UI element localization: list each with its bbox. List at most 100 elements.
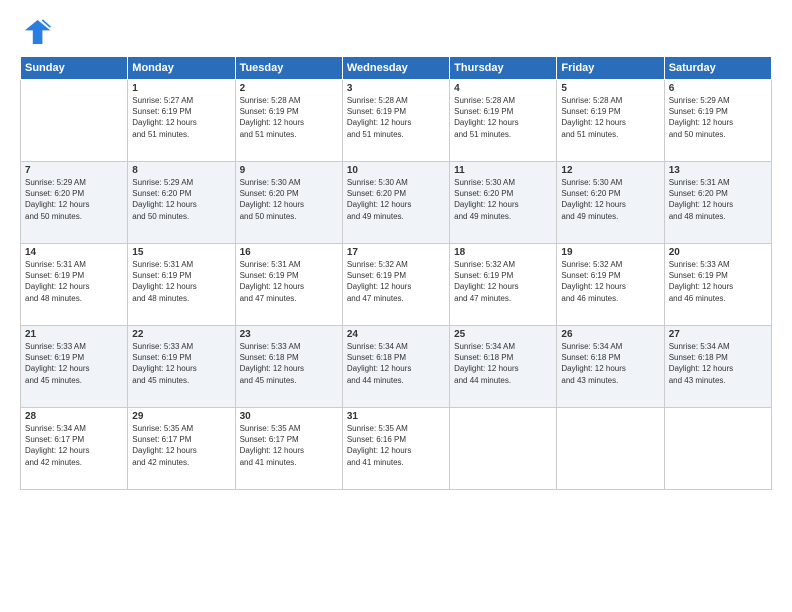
day-number: 31 xyxy=(347,411,445,422)
day-number: 18 xyxy=(454,247,552,258)
day-number: 8 xyxy=(132,165,230,176)
day-number: 26 xyxy=(561,329,659,340)
day-number: 1 xyxy=(132,83,230,94)
calendar-cell: 3Sunrise: 5:28 AM Sunset: 6:19 PM Daylig… xyxy=(342,80,449,162)
day-info: Sunrise: 5:28 AM Sunset: 6:19 PM Dayligh… xyxy=(347,95,445,140)
day-number: 14 xyxy=(25,247,123,258)
header-row: Sunday Monday Tuesday Wednesday Thursday… xyxy=(21,57,772,80)
day-info: Sunrise: 5:33 AM Sunset: 6:19 PM Dayligh… xyxy=(132,341,230,386)
calendar-cell xyxy=(450,408,557,490)
calendar-cell: 4Sunrise: 5:28 AM Sunset: 6:19 PM Daylig… xyxy=(450,80,557,162)
day-info: Sunrise: 5:30 AM Sunset: 6:20 PM Dayligh… xyxy=(347,177,445,222)
calendar-cell: 14Sunrise: 5:31 AM Sunset: 6:19 PM Dayli… xyxy=(21,244,128,326)
day-info: Sunrise: 5:31 AM Sunset: 6:19 PM Dayligh… xyxy=(132,259,230,304)
day-info: Sunrise: 5:27 AM Sunset: 6:19 PM Dayligh… xyxy=(132,95,230,140)
calendar-cell: 31Sunrise: 5:35 AM Sunset: 6:16 PM Dayli… xyxy=(342,408,449,490)
day-number: 23 xyxy=(240,329,338,340)
day-info: Sunrise: 5:35 AM Sunset: 6:16 PM Dayligh… xyxy=(347,423,445,468)
day-number: 20 xyxy=(669,247,767,258)
calendar-cell: 6Sunrise: 5:29 AM Sunset: 6:19 PM Daylig… xyxy=(664,80,771,162)
col-tuesday: Tuesday xyxy=(235,57,342,80)
day-info: Sunrise: 5:32 AM Sunset: 6:19 PM Dayligh… xyxy=(561,259,659,304)
calendar-cell: 11Sunrise: 5:30 AM Sunset: 6:20 PM Dayli… xyxy=(450,162,557,244)
calendar-cell: 13Sunrise: 5:31 AM Sunset: 6:20 PM Dayli… xyxy=(664,162,771,244)
day-number: 7 xyxy=(25,165,123,176)
calendar-cell: 10Sunrise: 5:30 AM Sunset: 6:20 PM Dayli… xyxy=(342,162,449,244)
calendar-cell: 7Sunrise: 5:29 AM Sunset: 6:20 PM Daylig… xyxy=(21,162,128,244)
calendar-cell: 15Sunrise: 5:31 AM Sunset: 6:19 PM Dayli… xyxy=(128,244,235,326)
logo xyxy=(20,16,56,48)
day-info: Sunrise: 5:30 AM Sunset: 6:20 PM Dayligh… xyxy=(561,177,659,222)
day-number: 17 xyxy=(347,247,445,258)
page: Sunday Monday Tuesday Wednesday Thursday… xyxy=(0,0,792,612)
calendar-cell xyxy=(664,408,771,490)
day-number: 19 xyxy=(561,247,659,258)
col-wednesday: Wednesday xyxy=(342,57,449,80)
calendar-cell: 19Sunrise: 5:32 AM Sunset: 6:19 PM Dayli… xyxy=(557,244,664,326)
day-info: Sunrise: 5:34 AM Sunset: 6:18 PM Dayligh… xyxy=(669,341,767,386)
col-thursday: Thursday xyxy=(450,57,557,80)
day-number: 25 xyxy=(454,329,552,340)
calendar-cell: 20Sunrise: 5:33 AM Sunset: 6:19 PM Dayli… xyxy=(664,244,771,326)
day-number: 4 xyxy=(454,83,552,94)
col-sunday: Sunday xyxy=(21,57,128,80)
calendar-cell: 23Sunrise: 5:33 AM Sunset: 6:18 PM Dayli… xyxy=(235,326,342,408)
calendar-cell: 16Sunrise: 5:31 AM Sunset: 6:19 PM Dayli… xyxy=(235,244,342,326)
calendar-cell: 26Sunrise: 5:34 AM Sunset: 6:18 PM Dayli… xyxy=(557,326,664,408)
day-info: Sunrise: 5:29 AM Sunset: 6:20 PM Dayligh… xyxy=(132,177,230,222)
day-number: 13 xyxy=(669,165,767,176)
day-number: 12 xyxy=(561,165,659,176)
calendar-cell xyxy=(557,408,664,490)
day-info: Sunrise: 5:28 AM Sunset: 6:19 PM Dayligh… xyxy=(240,95,338,140)
calendar-cell: 1Sunrise: 5:27 AM Sunset: 6:19 PM Daylig… xyxy=(128,80,235,162)
day-number: 21 xyxy=(25,329,123,340)
day-info: Sunrise: 5:35 AM Sunset: 6:17 PM Dayligh… xyxy=(240,423,338,468)
day-number: 27 xyxy=(669,329,767,340)
calendar: Sunday Monday Tuesday Wednesday Thursday… xyxy=(20,56,772,490)
day-number: 29 xyxy=(132,411,230,422)
day-number: 10 xyxy=(347,165,445,176)
calendar-cell: 12Sunrise: 5:30 AM Sunset: 6:20 PM Dayli… xyxy=(557,162,664,244)
calendar-cell: 22Sunrise: 5:33 AM Sunset: 6:19 PM Dayli… xyxy=(128,326,235,408)
day-info: Sunrise: 5:34 AM Sunset: 6:18 PM Dayligh… xyxy=(454,341,552,386)
week-row-2: 7Sunrise: 5:29 AM Sunset: 6:20 PM Daylig… xyxy=(21,162,772,244)
week-row-4: 21Sunrise: 5:33 AM Sunset: 6:19 PM Dayli… xyxy=(21,326,772,408)
day-info: Sunrise: 5:35 AM Sunset: 6:17 PM Dayligh… xyxy=(132,423,230,468)
day-info: Sunrise: 5:33 AM Sunset: 6:19 PM Dayligh… xyxy=(25,341,123,386)
day-number: 6 xyxy=(669,83,767,94)
day-info: Sunrise: 5:33 AM Sunset: 6:19 PM Dayligh… xyxy=(669,259,767,304)
calendar-cell: 2Sunrise: 5:28 AM Sunset: 6:19 PM Daylig… xyxy=(235,80,342,162)
day-info: Sunrise: 5:31 AM Sunset: 6:19 PM Dayligh… xyxy=(25,259,123,304)
calendar-cell: 29Sunrise: 5:35 AM Sunset: 6:17 PM Dayli… xyxy=(128,408,235,490)
logo-icon xyxy=(20,16,52,48)
week-row-5: 28Sunrise: 5:34 AM Sunset: 6:17 PM Dayli… xyxy=(21,408,772,490)
calendar-cell: 21Sunrise: 5:33 AM Sunset: 6:19 PM Dayli… xyxy=(21,326,128,408)
day-info: Sunrise: 5:34 AM Sunset: 6:18 PM Dayligh… xyxy=(561,341,659,386)
day-info: Sunrise: 5:30 AM Sunset: 6:20 PM Dayligh… xyxy=(454,177,552,222)
calendar-cell: 8Sunrise: 5:29 AM Sunset: 6:20 PM Daylig… xyxy=(128,162,235,244)
col-saturday: Saturday xyxy=(664,57,771,80)
day-info: Sunrise: 5:28 AM Sunset: 6:19 PM Dayligh… xyxy=(454,95,552,140)
day-number: 9 xyxy=(240,165,338,176)
day-number: 2 xyxy=(240,83,338,94)
calendar-cell: 28Sunrise: 5:34 AM Sunset: 6:17 PM Dayli… xyxy=(21,408,128,490)
calendar-cell: 24Sunrise: 5:34 AM Sunset: 6:18 PM Dayli… xyxy=(342,326,449,408)
calendar-cell: 27Sunrise: 5:34 AM Sunset: 6:18 PM Dayli… xyxy=(664,326,771,408)
calendar-cell: 18Sunrise: 5:32 AM Sunset: 6:19 PM Dayli… xyxy=(450,244,557,326)
day-number: 28 xyxy=(25,411,123,422)
week-row-1: 1Sunrise: 5:27 AM Sunset: 6:19 PM Daylig… xyxy=(21,80,772,162)
day-info: Sunrise: 5:29 AM Sunset: 6:20 PM Dayligh… xyxy=(25,177,123,222)
day-info: Sunrise: 5:34 AM Sunset: 6:17 PM Dayligh… xyxy=(25,423,123,468)
day-info: Sunrise: 5:29 AM Sunset: 6:19 PM Dayligh… xyxy=(669,95,767,140)
day-info: Sunrise: 5:32 AM Sunset: 6:19 PM Dayligh… xyxy=(347,259,445,304)
day-info: Sunrise: 5:28 AM Sunset: 6:19 PM Dayligh… xyxy=(561,95,659,140)
calendar-cell: 5Sunrise: 5:28 AM Sunset: 6:19 PM Daylig… xyxy=(557,80,664,162)
col-friday: Friday xyxy=(557,57,664,80)
calendar-cell: 25Sunrise: 5:34 AM Sunset: 6:18 PM Dayli… xyxy=(450,326,557,408)
calendar-cell: 30Sunrise: 5:35 AM Sunset: 6:17 PM Dayli… xyxy=(235,408,342,490)
calendar-cell: 17Sunrise: 5:32 AM Sunset: 6:19 PM Dayli… xyxy=(342,244,449,326)
calendar-cell xyxy=(21,80,128,162)
day-info: Sunrise: 5:31 AM Sunset: 6:19 PM Dayligh… xyxy=(240,259,338,304)
day-number: 22 xyxy=(132,329,230,340)
day-number: 11 xyxy=(454,165,552,176)
